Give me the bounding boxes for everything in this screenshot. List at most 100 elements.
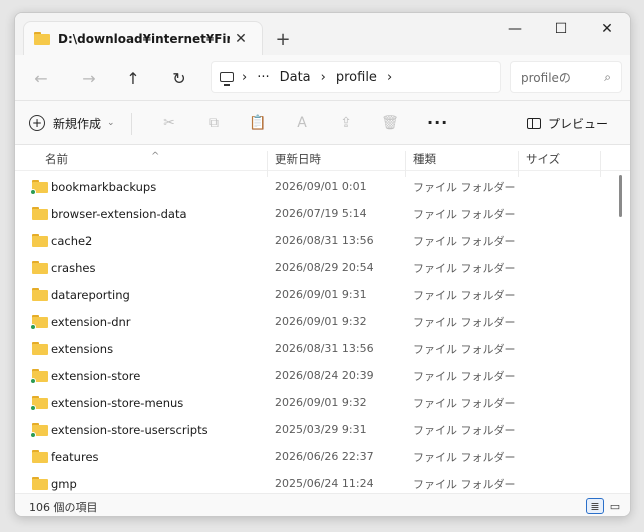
file-type: ファイル フォルダー	[413, 477, 516, 491]
tab-strip: D:\download¥internet¥Firefox ✕ + — ☐ ✕	[15, 13, 630, 55]
file-type: ファイル フォルダー	[413, 423, 516, 437]
synced-folder-icon	[30, 315, 48, 330]
folder-icon	[32, 477, 48, 490]
breadcrumb-chevron-icon[interactable]: ›	[242, 70, 247, 85]
refresh-icon[interactable]: ↻	[165, 66, 193, 90]
maximize-button[interactable]: ☐	[538, 13, 584, 45]
divider	[131, 113, 132, 135]
file-type: ファイル フォルダー	[413, 450, 516, 464]
file-name: extension-store-userscripts	[51, 422, 208, 437]
column-header-name[interactable]: 名前	[45, 151, 68, 167]
vertical-scrollbar[interactable]	[619, 175, 622, 217]
file-name: cache2	[51, 233, 93, 248]
column-header-modified[interactable]: 更新日時	[275, 151, 321, 167]
column-header-size[interactable]: サイズ	[526, 151, 560, 167]
paste-icon[interactable]: 📋	[247, 113, 269, 133]
plus-circle-icon: +	[29, 115, 45, 131]
copy-icon[interactable]: ⧉	[203, 113, 225, 133]
back-arrow-icon[interactable]: ←	[27, 66, 55, 90]
new-button-label: 新規作成	[53, 116, 102, 131]
tab-close-icon[interactable]: ✕	[230, 28, 252, 50]
sync-status-icon	[30, 189, 36, 195]
synced-folder-icon	[30, 423, 48, 438]
file-type: ファイル フォルダー	[413, 261, 516, 275]
address-row: ← → ↑ ↻ › ··· Data › profile › profileの …	[15, 55, 630, 101]
more-options-icon[interactable]: ···	[427, 113, 448, 132]
cut-icon[interactable]: ✂	[158, 113, 180, 133]
table-row[interactable]: extensions 2026/08/31 13:56 ファイル フォルダー	[15, 335, 630, 362]
file-modified-date: 2026/08/24 20:39	[275, 369, 374, 382]
file-name: extension-store	[51, 368, 141, 383]
table-row[interactable]: extension-store 2026/08/24 20:39 ファイル フォルダ…	[15, 362, 630, 389]
file-type: ファイル フォルダー	[413, 342, 516, 356]
file-name: extensions	[51, 341, 114, 356]
column-header-type[interactable]: 種類	[413, 151, 436, 167]
breadcrumb-chevron-icon[interactable]: ›	[321, 70, 326, 85]
table-row[interactable]: bookmarkbackups 2026/09/01 0:01 ファイル フォルダー	[15, 173, 630, 200]
tab-active[interactable]: D:\download¥internet¥Firefox ✕	[23, 21, 263, 55]
sort-ascending-icon: ^	[151, 151, 160, 162]
preview-button[interactable]: プレビュー	[526, 115, 608, 132]
file-modified-date: 2026/09/01 9:31	[275, 288, 367, 301]
table-row[interactable]: crashes 2026/08/29 20:54 ファイル フォルダー	[15, 254, 630, 281]
table-row[interactable]: browser-extension-data 2026/07/19 5:14 ファイ…	[15, 200, 630, 227]
tiles-view-icon[interactable]: ▭	[606, 498, 624, 514]
file-rows: bookmarkbackups 2026/09/01 0:01 ファイル フォルダー…	[15, 173, 630, 497]
sync-status-icon	[30, 405, 36, 411]
table-row[interactable]: datareporting 2026/09/01 9:31 ファイル フォルダー	[15, 281, 630, 308]
sync-status-icon	[30, 324, 36, 330]
new-button[interactable]: + 新規作成 ⌄	[29, 111, 115, 135]
breadcrumb-profile[interactable]: profile	[336, 70, 377, 85]
file-type: ファイル フォルダー	[413, 180, 516, 194]
preview-label: プレビュー	[547, 117, 608, 131]
breadcrumb-overflow[interactable]: ···	[257, 70, 269, 85]
folder-icon	[32, 207, 48, 220]
file-type: ファイル フォルダー	[413, 207, 516, 221]
search-icon: ⌕	[604, 69, 611, 84]
details-view-icon[interactable]: ≣	[586, 498, 604, 514]
table-row[interactable]: extension-store-menus 2026/09/01 9:32 ファイル…	[15, 389, 630, 416]
file-name: bookmarkbackups	[51, 179, 157, 194]
search-placeholder: profileの	[521, 70, 571, 85]
rename-icon[interactable]: A	[291, 113, 313, 133]
table-row[interactable]: extension-store-userscripts 2025/03/29 9:…	[15, 416, 630, 443]
table-row[interactable]: extension-dnr 2026/09/01 9:32 ファイル フォルダー	[15, 308, 630, 335]
explorer-window: D:\download¥internet¥Firefox ✕ + — ☐ ✕ ←…	[14, 12, 631, 517]
file-modified-date: 2025/03/29 9:31	[275, 423, 367, 436]
delete-icon[interactable]: 🗑	[379, 113, 401, 133]
breadcrumb-chevron-icon[interactable]: ›	[387, 70, 392, 85]
file-name: extension-store-menus	[51, 395, 184, 410]
breadcrumb-data[interactable]: Data	[280, 70, 311, 85]
file-name: extension-dnr	[51, 314, 131, 329]
file-modified-date: 2025/06/24 11:24	[275, 477, 374, 490]
file-name: features	[51, 449, 99, 464]
synced-folder-icon	[30, 396, 48, 411]
table-row[interactable]: cache2 2026/08/31 13:56 ファイル フォルダー	[15, 227, 630, 254]
chevron-down-icon: ⌄	[107, 118, 115, 128]
status-bar: 106 個の項目 ≣ ▭	[15, 493, 630, 516]
folder-icon	[34, 32, 50, 45]
file-name: browser-extension-data	[51, 206, 187, 221]
up-arrow-icon[interactable]: ↑	[119, 66, 147, 90]
minimize-button[interactable]: —	[492, 13, 538, 45]
folder-icon	[32, 288, 48, 301]
tab-title: D:\download¥internet¥Firefox	[58, 31, 230, 46]
preview-pane-icon	[526, 118, 541, 129]
item-count: 106 個の項目	[29, 501, 98, 514]
new-tab-button[interactable]: +	[272, 28, 294, 50]
forward-arrow-icon[interactable]: →	[75, 66, 103, 90]
share-icon[interactable]: ⇪	[335, 113, 357, 133]
table-row[interactable]: features 2026/06/26 22:37 ファイル フォルダー	[15, 443, 630, 470]
close-window-button[interactable]: ✕	[584, 13, 630, 45]
command-bar: + 新規作成 ⌄ ✂ ⧉ 📋 A ⇪ 🗑 ··· プレビュー	[15, 101, 630, 145]
breadcrumb[interactable]: › ··· Data › profile ›	[211, 61, 501, 93]
file-type: ファイル フォルダー	[413, 315, 516, 329]
file-type: ファイル フォルダー	[413, 234, 516, 248]
search-input[interactable]: profileの ⌕	[510, 61, 622, 93]
file-modified-date: 2026/07/19 5:14	[275, 207, 367, 220]
file-type: ファイル フォルダー	[413, 369, 516, 383]
file-name: crashes	[51, 260, 96, 275]
file-type: ファイル フォルダー	[413, 288, 516, 302]
this-pc-icon[interactable]	[220, 72, 234, 86]
file-type: ファイル フォルダー	[413, 396, 516, 410]
